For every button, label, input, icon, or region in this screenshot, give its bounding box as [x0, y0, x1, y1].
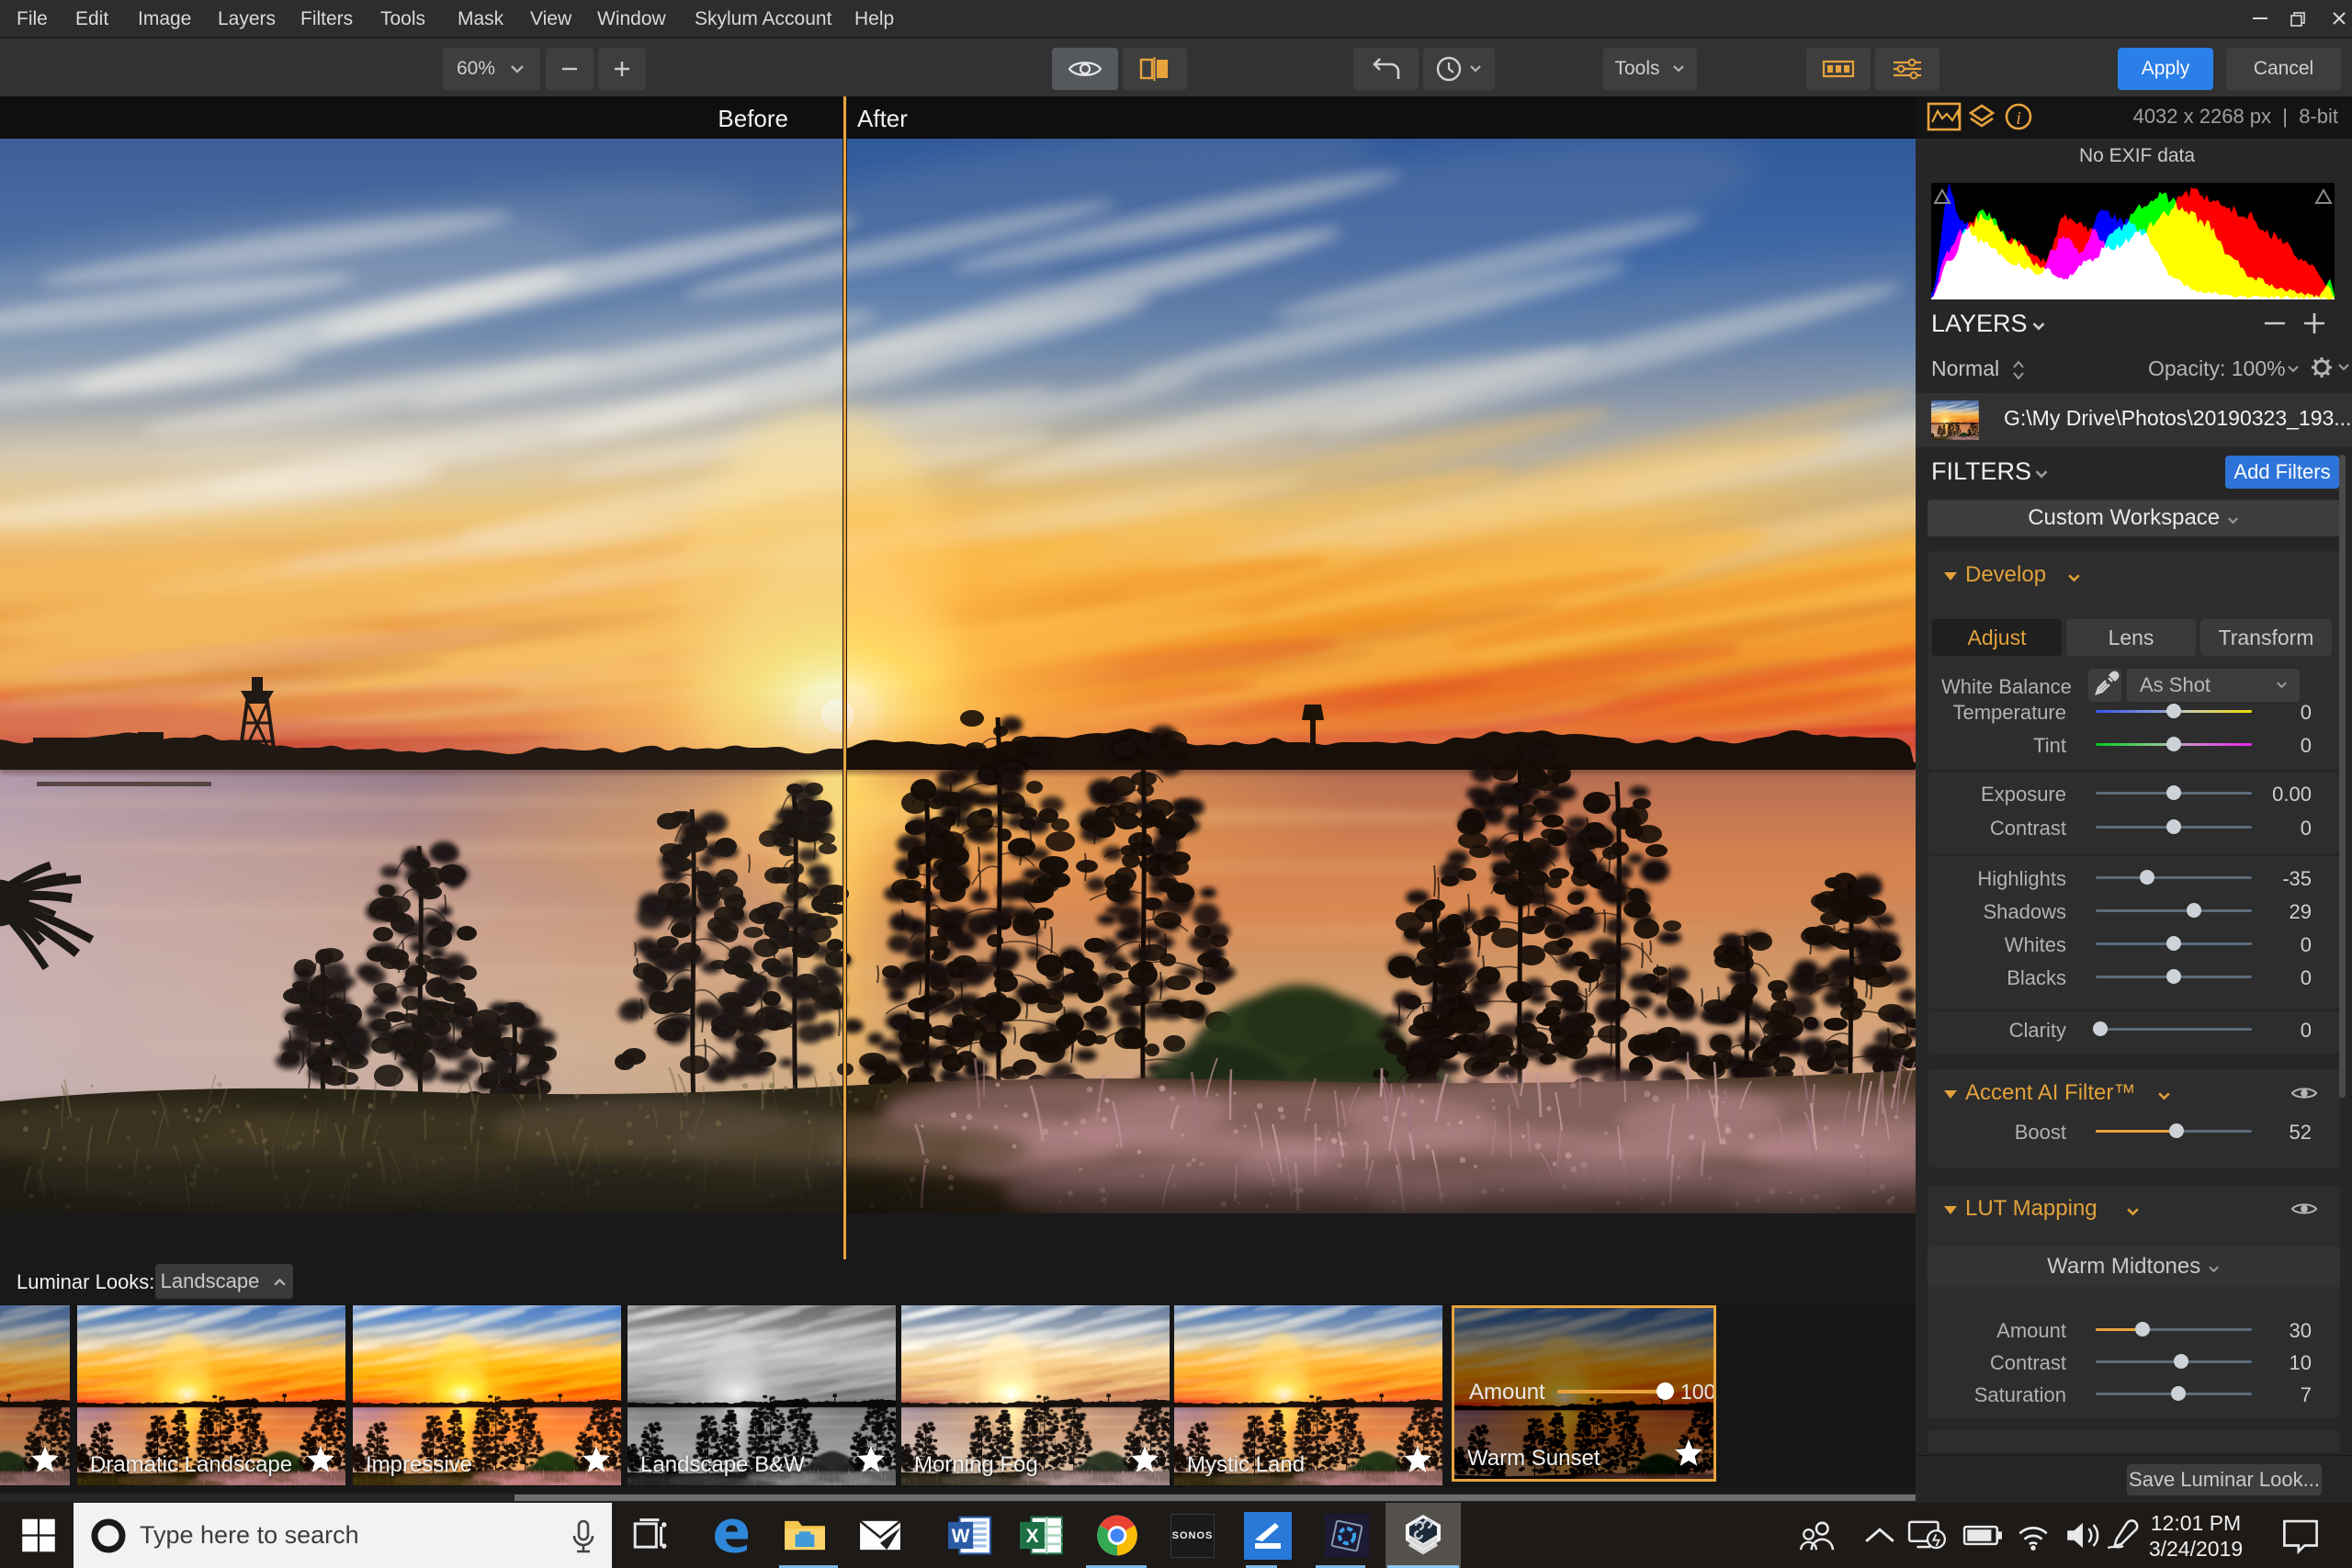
svg-text:W: W [952, 1526, 970, 1547]
svg-text:X: X [1026, 1526, 1039, 1547]
svg-text:i: i [2016, 108, 2021, 129]
